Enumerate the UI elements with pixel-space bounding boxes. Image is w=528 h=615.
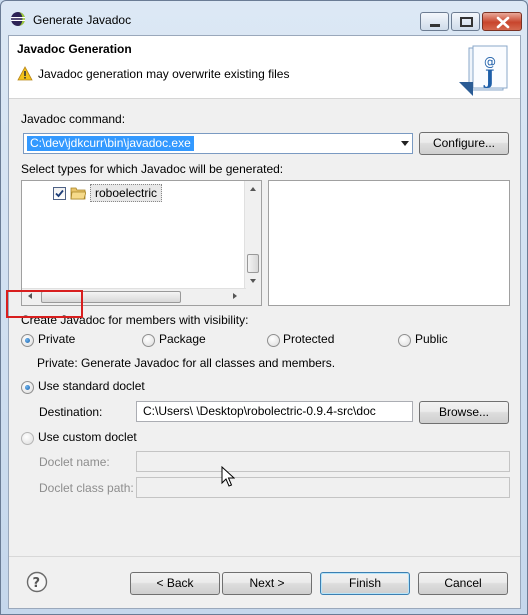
standard-doclet-label[interactable]: Use standard doclet <box>38 379 145 393</box>
back-button[interactable]: < Back <box>130 572 220 595</box>
package-radio[interactable] <box>142 334 155 347</box>
doclet-name-label: Doclet name: <box>39 455 110 469</box>
doclet-class-path-label: Doclet class path: <box>39 481 134 495</box>
private-highlight-annotation <box>6 290 83 318</box>
finish-button[interactable]: Finish <box>320 572 410 595</box>
browse-button[interactable]: Browse... <box>419 401 509 424</box>
javadoc-command-combo[interactable]: C:\dev\jdkcurr\bin\javadoc.exe <box>23 133 413 154</box>
wizard-header: Javadoc Generation Javadoc generation ma… <box>9 36 520 99</box>
doclet-class-path-field[interactable] <box>136 477 510 498</box>
eclipse-icon <box>11 12 25 26</box>
footer-separator <box>9 556 520 557</box>
javadoc-logo-icon: @ J <box>459 45 508 96</box>
dialog-body: Javadoc Generation Javadoc generation ma… <box>8 35 521 609</box>
close-button[interactable] <box>482 12 522 31</box>
javadoc-command-label: Javadoc command: <box>21 112 126 126</box>
svg-text:J: J <box>483 65 494 89</box>
standard-doclet-radio[interactable] <box>21 381 34 394</box>
title-bar[interactable]: Generate Javadoc <box>1 1 527 35</box>
visibility-description: Private: Generate Javadoc for all classe… <box>37 356 336 370</box>
window-title: Generate Javadoc <box>33 13 132 27</box>
maximize-button[interactable] <box>451 12 480 31</box>
maximize-icon <box>460 17 473 27</box>
private-radio[interactable] <box>21 334 34 347</box>
select-types-label: Select types for which Javadoc will be g… <box>21 162 284 176</box>
close-icon <box>496 16 510 29</box>
minimize-icon <box>430 24 440 27</box>
help-icon[interactable]: ? <box>26 571 48 593</box>
mouse-cursor-icon <box>221 466 235 487</box>
destination-field[interactable]: C:\Users\ \Desktop\robolectric-0.9.4-src… <box>136 401 413 422</box>
cancel-button[interactable]: Cancel <box>418 572 508 595</box>
tree-item-checkbox[interactable] <box>53 187 66 200</box>
warning-icon <box>17 66 33 81</box>
protected-radio-label[interactable]: Protected <box>283 332 334 346</box>
tree-vertical-scrollbar[interactable] <box>244 181 261 305</box>
page-title: Javadoc Generation <box>17 42 132 56</box>
custom-doclet-label[interactable]: Use custom doclet <box>38 430 137 444</box>
scroll-up-icon[interactable] <box>250 187 256 191</box>
types-tree[interactable]: roboelectric <box>21 180 262 306</box>
types-members-list[interactable] <box>268 180 510 306</box>
doclet-name-field[interactable] <box>136 451 510 472</box>
configure-button[interactable]: Configure... <box>419 132 509 155</box>
scroll-right-icon[interactable] <box>233 293 237 299</box>
checkmark-icon <box>55 189 64 198</box>
javadoc-command-value: C:\dev\jdkcurr\bin\javadoc.exe <box>27 136 194 151</box>
folder-icon <box>70 187 86 200</box>
next-button[interactable]: Next > <box>222 572 312 595</box>
svg-text:?: ? <box>33 576 41 591</box>
minimize-button[interactable] <box>420 12 449 31</box>
dialog-window: Generate Javadoc Javadoc Generation Java… <box>0 0 528 615</box>
destination-label: Destination: <box>39 405 103 419</box>
public-radio-label[interactable]: Public <box>415 332 448 346</box>
protected-radio[interactable] <box>267 334 280 347</box>
custom-doclet-radio[interactable] <box>21 432 34 445</box>
chevron-down-icon[interactable] <box>401 141 409 146</box>
private-radio-label[interactable]: Private <box>38 332 75 346</box>
package-radio-label[interactable]: Package <box>159 332 206 346</box>
header-message: Javadoc generation may overwrite existin… <box>38 67 290 81</box>
tree-item-label[interactable]: roboelectric <box>90 184 163 202</box>
vertical-scroll-thumb[interactable] <box>247 254 259 273</box>
scroll-down-icon[interactable] <box>250 279 256 283</box>
public-radio[interactable] <box>398 334 411 347</box>
